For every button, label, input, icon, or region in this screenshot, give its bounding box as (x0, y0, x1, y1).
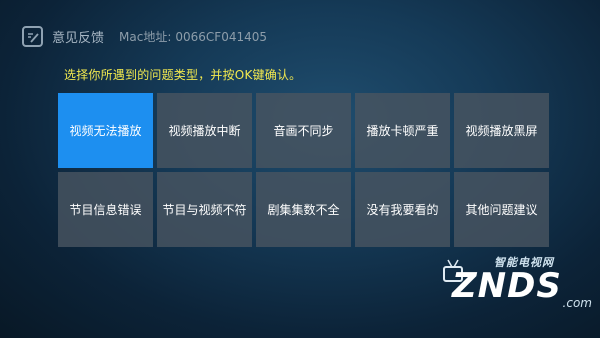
mac-label: Mac地址: (119, 29, 172, 44)
instruction-text: 选择你所遇到的问题类型，并按OK键确认。 (64, 68, 302, 82)
problem-tile-program-info-error[interactable]: 节目信息错误 (58, 172, 153, 247)
problem-tile-video-cannot-play[interactable]: 视频无法播放 (58, 93, 153, 168)
watermark-suffix: .com (562, 296, 592, 310)
problem-tile-other-suggestions[interactable]: 其他问题建议 (454, 172, 549, 247)
problem-tile-program-mismatch[interactable]: 节目与视频不符 (157, 172, 252, 247)
problem-tile-playback-interrupted[interactable]: 视频播放中断 (157, 93, 252, 168)
problem-tile-content-missing[interactable]: 没有我要看的 (355, 172, 450, 247)
problem-type-grid: 视频无法播放 视频播放中断 音画不同步 播放卡顿严重 视频播放黑屏 节目信息错误… (58, 93, 549, 247)
watermark-main-text: ZNDS (452, 266, 562, 306)
header: 意见反馈 Mac地址: 0066CF041405 (22, 25, 271, 47)
problem-tile-black-screen[interactable]: 视频播放黑屏 (454, 93, 549, 168)
mac-value: 0066CF041405 (175, 29, 268, 44)
feedback-edit-icon (22, 25, 43, 47)
mac-address: Mac地址: 0066CF041405 (119, 28, 271, 45)
watermark-logo: 智能电视网 ZNDS .com (442, 254, 592, 314)
problem-tile-severe-stutter[interactable]: 播放卡顿严重 (355, 93, 450, 168)
problem-tile-av-out-of-sync[interactable]: 音画不同步 (256, 93, 351, 168)
problem-tile-episodes-incomplete[interactable]: 剧集集数不全 (256, 172, 351, 247)
page-title: 意见反馈 (52, 30, 105, 46)
